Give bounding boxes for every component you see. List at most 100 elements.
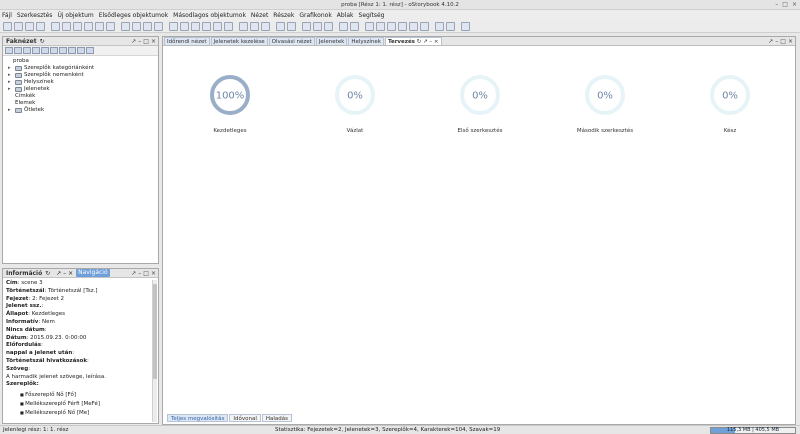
tree-item[interactable]: ▸ Ötletek <box>6 107 158 114</box>
tree-tool-icon[interactable] <box>41 47 49 54</box>
toolbar-button-icon[interactable] <box>324 21 333 31</box>
tab-controls-icon[interactable]: ↻ ↗ – × <box>415 39 439 45</box>
menu-item[interactable]: Nézet <box>251 12 268 19</box>
toolbar-button-icon[interactable] <box>3 21 12 31</box>
toolbar-button-icon[interactable] <box>261 21 270 31</box>
toolbar-button-icon[interactable] <box>154 21 163 31</box>
close-icon[interactable]: × <box>151 38 156 45</box>
tree-tool-icon[interactable] <box>5 47 13 54</box>
toolbar-button-icon[interactable] <box>435 21 444 31</box>
toolbar-button-icon[interactable] <box>180 21 189 31</box>
menu-item[interactable]: Grafikonok <box>299 12 331 19</box>
toolbar-button-icon[interactable] <box>191 21 200 31</box>
toolbar-button-icon[interactable] <box>287 21 296 31</box>
expander-icon[interactable]: ▸ <box>8 72 13 79</box>
expander-icon[interactable]: ▸ <box>8 79 13 86</box>
view-tab[interactable]: Jelenetek <box>315 37 348 45</box>
toolbar-button-icon[interactable] <box>106 21 115 31</box>
float-icon[interactable]: ↗ <box>131 270 136 277</box>
tree-tool-icon[interactable] <box>86 47 94 54</box>
toolbar-button-icon[interactable] <box>95 21 104 31</box>
toolbar-button-icon[interactable] <box>14 21 23 31</box>
toolbar-button-icon[interactable] <box>36 21 45 31</box>
toolbar-button-icon[interactable] <box>350 21 359 31</box>
toolbar-button-icon[interactable] <box>376 21 385 31</box>
close-icon[interactable]: × <box>151 270 156 277</box>
view-tab[interactable]: Időrendi nézet <box>164 37 210 45</box>
bottom-tab[interactable]: Haladás <box>261 414 293 422</box>
tree-item[interactable]: Címkék <box>6 93 158 100</box>
toolbar-button-icon[interactable] <box>339 21 348 31</box>
toolbar-button-icon[interactable] <box>250 21 259 31</box>
info-scrollbar[interactable] <box>152 280 157 422</box>
float-icon[interactable]: ↗ <box>131 38 136 45</box>
menu-item[interactable]: Új objektum <box>57 12 93 19</box>
toolbar-button-icon[interactable] <box>84 21 93 31</box>
minimize-icon[interactable]: – <box>138 38 141 45</box>
toolbar-button-icon[interactable] <box>143 21 152 31</box>
toolbar-button-icon[interactable] <box>132 21 141 31</box>
tab-navigation[interactable]: Navigáció <box>76 269 110 277</box>
toolbar-button-icon[interactable] <box>73 21 82 31</box>
toolbar-button-icon[interactable] <box>461 21 470 31</box>
tree-item[interactable]: proba <box>6 58 158 65</box>
menu-item[interactable]: Fájl <box>2 12 12 19</box>
refresh-icon[interactable]: ↻ <box>40 38 45 45</box>
toolbar-button-icon[interactable] <box>169 21 178 31</box>
toolbar-button-icon[interactable] <box>202 21 211 31</box>
menu-item[interactable]: Ablak <box>337 12 354 19</box>
refresh-icon[interactable]: ↻ <box>45 270 50 277</box>
scroll-thumb[interactable] <box>153 284 157 379</box>
toolbar-button-icon[interactable] <box>420 21 429 31</box>
expander-icon[interactable]: ▸ <box>8 65 13 72</box>
menu-item[interactable]: Elsődleges objektumok <box>99 12 168 19</box>
tree-tool-icon[interactable] <box>14 47 22 54</box>
tree-tool-icon[interactable] <box>50 47 58 54</box>
minimize-icon[interactable]: – <box>775 1 778 9</box>
tree-item[interactable]: Elemek <box>6 100 158 107</box>
view-tab[interactable]: Helyszínek <box>348 37 384 45</box>
view-tab[interactable]: Olvasási nézet <box>268 37 315 45</box>
toolbar-button-icon[interactable] <box>224 21 233 31</box>
toolbar-button-icon[interactable] <box>302 21 311 31</box>
toolbar-button-icon[interactable] <box>365 21 374 31</box>
view-tab[interactable]: Jelenetek kezelése <box>210 37 268 45</box>
expander-icon[interactable]: ▸ <box>8 107 13 114</box>
maximize-icon[interactable]: □ <box>780 38 786 45</box>
maximize-icon[interactable]: □ <box>143 270 149 277</box>
tree-item[interactable]: ▸ Helyszínek <box>6 79 158 86</box>
toolbar-button-icon[interactable] <box>121 21 130 31</box>
menu-item[interactable]: Segítség <box>359 12 385 19</box>
toolbar-button-icon[interactable] <box>239 21 248 31</box>
tree-item[interactable]: ▸ Szereplők kategóriánként <box>6 65 158 72</box>
toolbar-button-icon[interactable] <box>313 21 322 31</box>
toolbar-button-icon[interactable] <box>409 21 418 31</box>
toolbar-button-icon[interactable] <box>62 21 71 31</box>
close-icon[interactable]: × <box>788 38 793 45</box>
expander-icon[interactable]: ▸ <box>8 86 13 93</box>
tree-tool-icon[interactable] <box>23 47 31 54</box>
float-icon[interactable]: ↗ <box>768 38 773 45</box>
menu-item[interactable]: Részek <box>273 12 294 19</box>
close-icon[interactable]: × <box>792 1 797 9</box>
bottom-tab[interactable]: Teljes megvalósítás <box>167 414 229 422</box>
toolbar-button-icon[interactable] <box>446 21 455 31</box>
bottom-tab[interactable]: Idővonal <box>229 414 261 422</box>
tree-tool-icon[interactable] <box>77 47 85 54</box>
menu-item[interactable]: Másodlagos objektumok <box>173 12 246 19</box>
menu-item[interactable]: Szerkesztés <box>17 12 53 19</box>
maximize-icon[interactable]: □ <box>143 38 149 45</box>
tree-tool-icon[interactable] <box>59 47 67 54</box>
minimize-icon[interactable]: – <box>775 38 778 45</box>
info-panel-title[interactable]: Információ <box>6 270 42 277</box>
maximize-icon[interactable]: □ <box>782 1 788 9</box>
tree-tool-icon[interactable] <box>68 47 76 54</box>
tree-item[interactable]: ▸ Jelenetek <box>6 86 158 93</box>
tree-item[interactable]: ▸ Szereplők nemenként <box>6 72 158 79</box>
float-icon[interactable]: ↗ – × <box>56 270 73 277</box>
toolbar-button-icon[interactable] <box>387 21 396 31</box>
minimize-icon[interactable]: – <box>138 270 141 277</box>
toolbar-button-icon[interactable] <box>25 21 34 31</box>
tree-tool-icon[interactable] <box>32 47 40 54</box>
toolbar-button-icon[interactable] <box>213 21 222 31</box>
